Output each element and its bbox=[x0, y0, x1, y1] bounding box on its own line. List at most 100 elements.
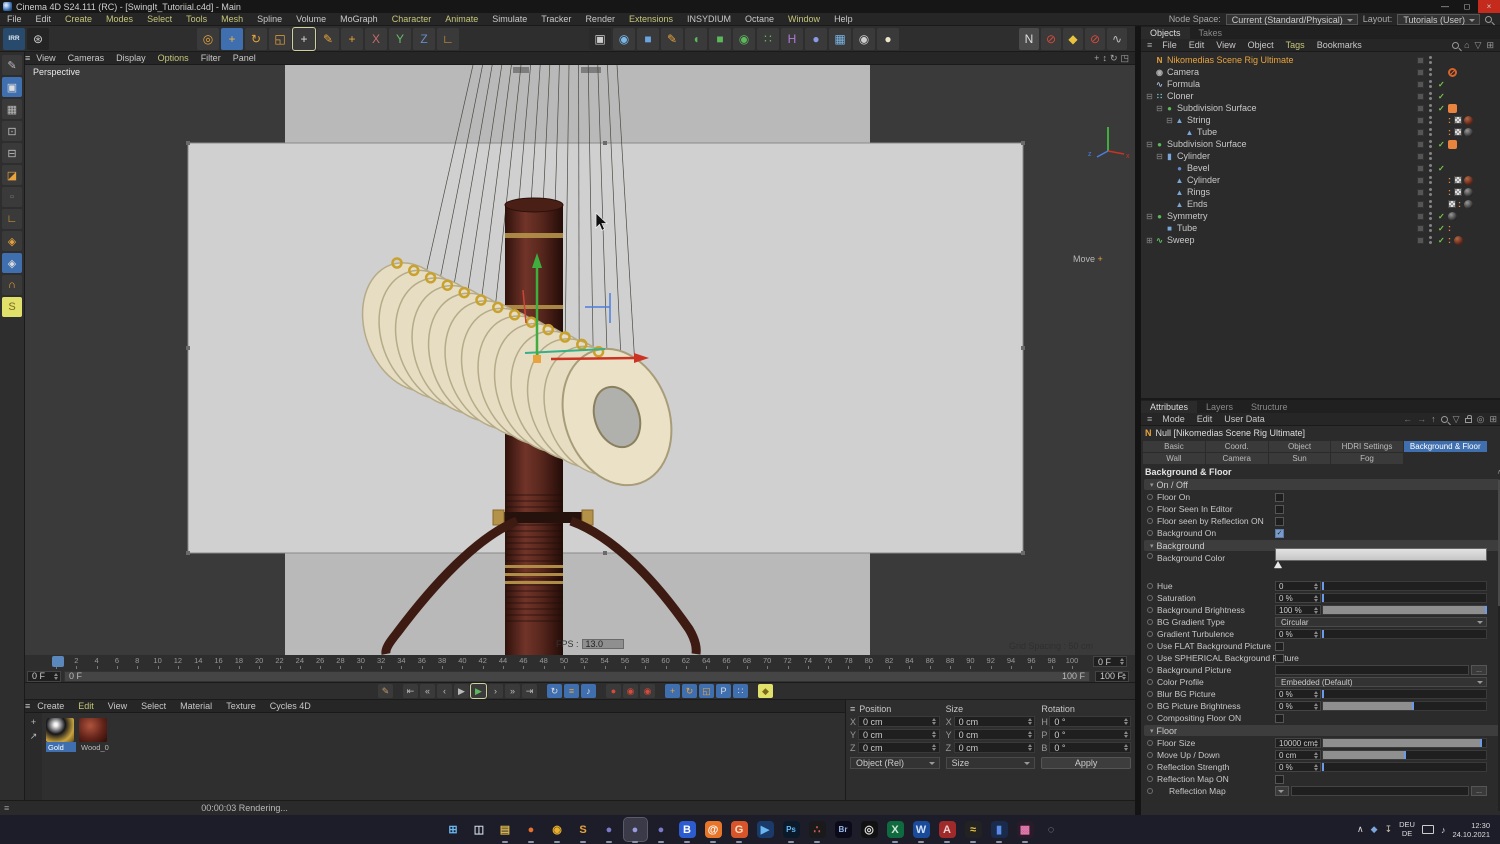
menu-insydium[interactable]: INSYDIUM bbox=[680, 14, 738, 24]
object-label[interactable]: Ends bbox=[1185, 199, 1208, 209]
value-field[interactable]: 0 % bbox=[1275, 629, 1321, 639]
key-parameter[interactable]: P bbox=[716, 684, 731, 698]
field-object[interactable]: ● bbox=[805, 27, 827, 50]
download-icon[interactable]: ↧ bbox=[1385, 824, 1393, 835]
checkbox[interactable] bbox=[1275, 492, 1284, 502]
menu-edit[interactable]: Edit bbox=[29, 14, 59, 24]
expand-icon[interactable]: ⊟ bbox=[1145, 212, 1154, 221]
group-on-off[interactable]: ▾ On / Off bbox=[1144, 479, 1500, 490]
photoshop[interactable]: Ps bbox=[780, 818, 803, 843]
layer-swatch[interactable] bbox=[1417, 212, 1424, 220]
snap-enable[interactable]: ∩ bbox=[2, 275, 22, 295]
color-gradient-bar[interactable] bbox=[1275, 548, 1487, 561]
slider-track[interactable] bbox=[1322, 581, 1487, 591]
material-wood_0[interactable]: Wood_0 bbox=[79, 718, 109, 795]
node-graph-app[interactable]: ∴ bbox=[806, 818, 829, 843]
coord-value-field[interactable]: 0 cm bbox=[858, 716, 940, 727]
enable-state[interactable]: ✓ bbox=[1438, 104, 1448, 113]
start-button[interactable]: ⊞ bbox=[442, 818, 465, 841]
layout-dropdown[interactable]: Tutorials (User) bbox=[1397, 13, 1480, 25]
plugin-disabled-2[interactable]: ⊘ bbox=[1085, 27, 1105, 50]
mat-brown-tag-icon[interactable] bbox=[1454, 235, 1463, 245]
settings-gear-icon[interactable]: ⊛ bbox=[27, 27, 49, 50]
x-axis-lock[interactable]: X bbox=[365, 27, 387, 50]
spinner[interactable] bbox=[1122, 743, 1129, 752]
object-menu-icon[interactable]: ≡ bbox=[1141, 40, 1156, 50]
mat-dark-tag-icon[interactable] bbox=[1464, 127, 1473, 137]
menu-select[interactable]: Select bbox=[140, 14, 179, 24]
spinner[interactable] bbox=[1312, 594, 1319, 602]
add-tool[interactable]: + bbox=[341, 27, 363, 50]
menu-mograph[interactable]: MoGraph bbox=[333, 14, 385, 24]
object-label[interactable]: Camera bbox=[1165, 67, 1199, 77]
object-label[interactable]: Cylinder bbox=[1175, 151, 1210, 161]
object-menu-view[interactable]: View bbox=[1210, 40, 1241, 50]
search-objects-icon[interactable] bbox=[1452, 41, 1460, 49]
object-label[interactable]: String bbox=[1185, 115, 1211, 125]
task-view[interactable]: ◫ bbox=[468, 818, 491, 841]
spinner[interactable] bbox=[1122, 730, 1129, 739]
enable-state[interactable]: ✓ bbox=[1438, 92, 1448, 101]
attr-tab-sun[interactable]: Sun bbox=[1268, 453, 1331, 464]
current-frame-field[interactable]: 0 F bbox=[1093, 656, 1127, 667]
spinner[interactable] bbox=[1122, 717, 1129, 726]
rotate-view-icon[interactable]: ↻ bbox=[1110, 53, 1118, 64]
anim-dot-icon[interactable] bbox=[1147, 506, 1157, 512]
slider-track[interactable] bbox=[1322, 629, 1487, 639]
noentry-tag-icon[interactable] bbox=[1448, 67, 1457, 77]
coord-mode-dropdown[interactable]: Size bbox=[945, 757, 1036, 769]
expand-icon[interactable]: ⊟ bbox=[1155, 152, 1164, 161]
coord-value-field[interactable]: 0 cm bbox=[953, 742, 1036, 753]
move-tool[interactable]: + bbox=[221, 27, 243, 50]
material-menu-material[interactable]: Material bbox=[173, 701, 219, 711]
anim-dot-icon[interactable] bbox=[1147, 631, 1157, 637]
menu-character[interactable]: Character bbox=[385, 14, 439, 24]
menu-volume[interactable]: Volume bbox=[289, 14, 333, 24]
layer-swatch[interactable] bbox=[1417, 140, 1424, 148]
enable-state[interactable]: ✓ bbox=[1438, 236, 1448, 245]
enable-state[interactable]: ✓ bbox=[1438, 164, 1448, 173]
tree-item-string[interactable]: ⊟ ▲ String: bbox=[1141, 114, 1500, 126]
visibility-dots[interactable] bbox=[1428, 212, 1432, 220]
visibility-dots[interactable] bbox=[1428, 200, 1432, 208]
file-path-field[interactable] bbox=[1291, 786, 1469, 796]
record-autokey[interactable]: ◉ bbox=[623, 684, 638, 698]
render-active-view[interactable]: ▣ bbox=[589, 27, 611, 50]
anim-dot-icon[interactable] bbox=[1147, 643, 1157, 649]
enable-state[interactable]: ✓ bbox=[1438, 212, 1448, 221]
checker-tag-icon[interactable] bbox=[1454, 176, 1462, 184]
tree-item-sweep[interactable]: ⊞ ∿ Sweep ✓: bbox=[1141, 234, 1500, 246]
light-object[interactable]: ● bbox=[877, 27, 899, 50]
checker-tag-icon[interactable] bbox=[1448, 200, 1456, 208]
timeline-playhead[interactable] bbox=[52, 656, 64, 667]
pan-view-icon[interactable]: + bbox=[1094, 53, 1099, 64]
attr-tab-camera[interactable]: Camera bbox=[1205, 453, 1268, 464]
prev-key[interactable]: « bbox=[420, 684, 435, 698]
last-used-tool[interactable]: + bbox=[292, 26, 316, 51]
phong-tag-icon[interactable] bbox=[1448, 103, 1457, 113]
dropbox-icon[interactable]: ◆ bbox=[1371, 824, 1378, 835]
signal-plugin[interactable]: ∿ bbox=[1107, 27, 1127, 50]
menu-help[interactable]: Help bbox=[827, 14, 860, 24]
dolly-view-icon[interactable]: ↕ bbox=[1102, 53, 1107, 64]
parent-object-icon[interactable]: ↑ bbox=[1431, 414, 1436, 424]
layer-swatch[interactable] bbox=[1417, 236, 1424, 244]
animation-palette-tool[interactable]: ✎ bbox=[378, 684, 393, 698]
anim-dot-icon[interactable] bbox=[1147, 595, 1157, 601]
object-menu-object[interactable]: Object bbox=[1242, 40, 1280, 50]
layer-swatch[interactable] bbox=[1417, 116, 1424, 124]
mat-dark-tag-icon[interactable] bbox=[1464, 187, 1473, 197]
mat-brown-tag-icon[interactable] bbox=[1464, 175, 1473, 185]
search-icon[interactable] bbox=[1485, 15, 1492, 23]
excel[interactable]: X bbox=[884, 818, 907, 843]
anim-dot-icon[interactable] bbox=[1147, 788, 1157, 794]
sound-toggle[interactable]: ♪ bbox=[581, 684, 596, 698]
anim-dot-icon[interactable] bbox=[1147, 703, 1157, 709]
new-attr-panel-icon[interactable]: ⊞ bbox=[1489, 414, 1497, 425]
add-material-icon[interactable]: + bbox=[31, 717, 36, 727]
anim-dot-icon[interactable] bbox=[1147, 553, 1157, 559]
anim-dot-icon[interactable] bbox=[1147, 494, 1157, 500]
layer-swatch[interactable] bbox=[1417, 56, 1424, 64]
play-mode[interactable]: ▶ bbox=[470, 683, 487, 699]
viewport-menu-display[interactable]: Display bbox=[110, 53, 152, 63]
